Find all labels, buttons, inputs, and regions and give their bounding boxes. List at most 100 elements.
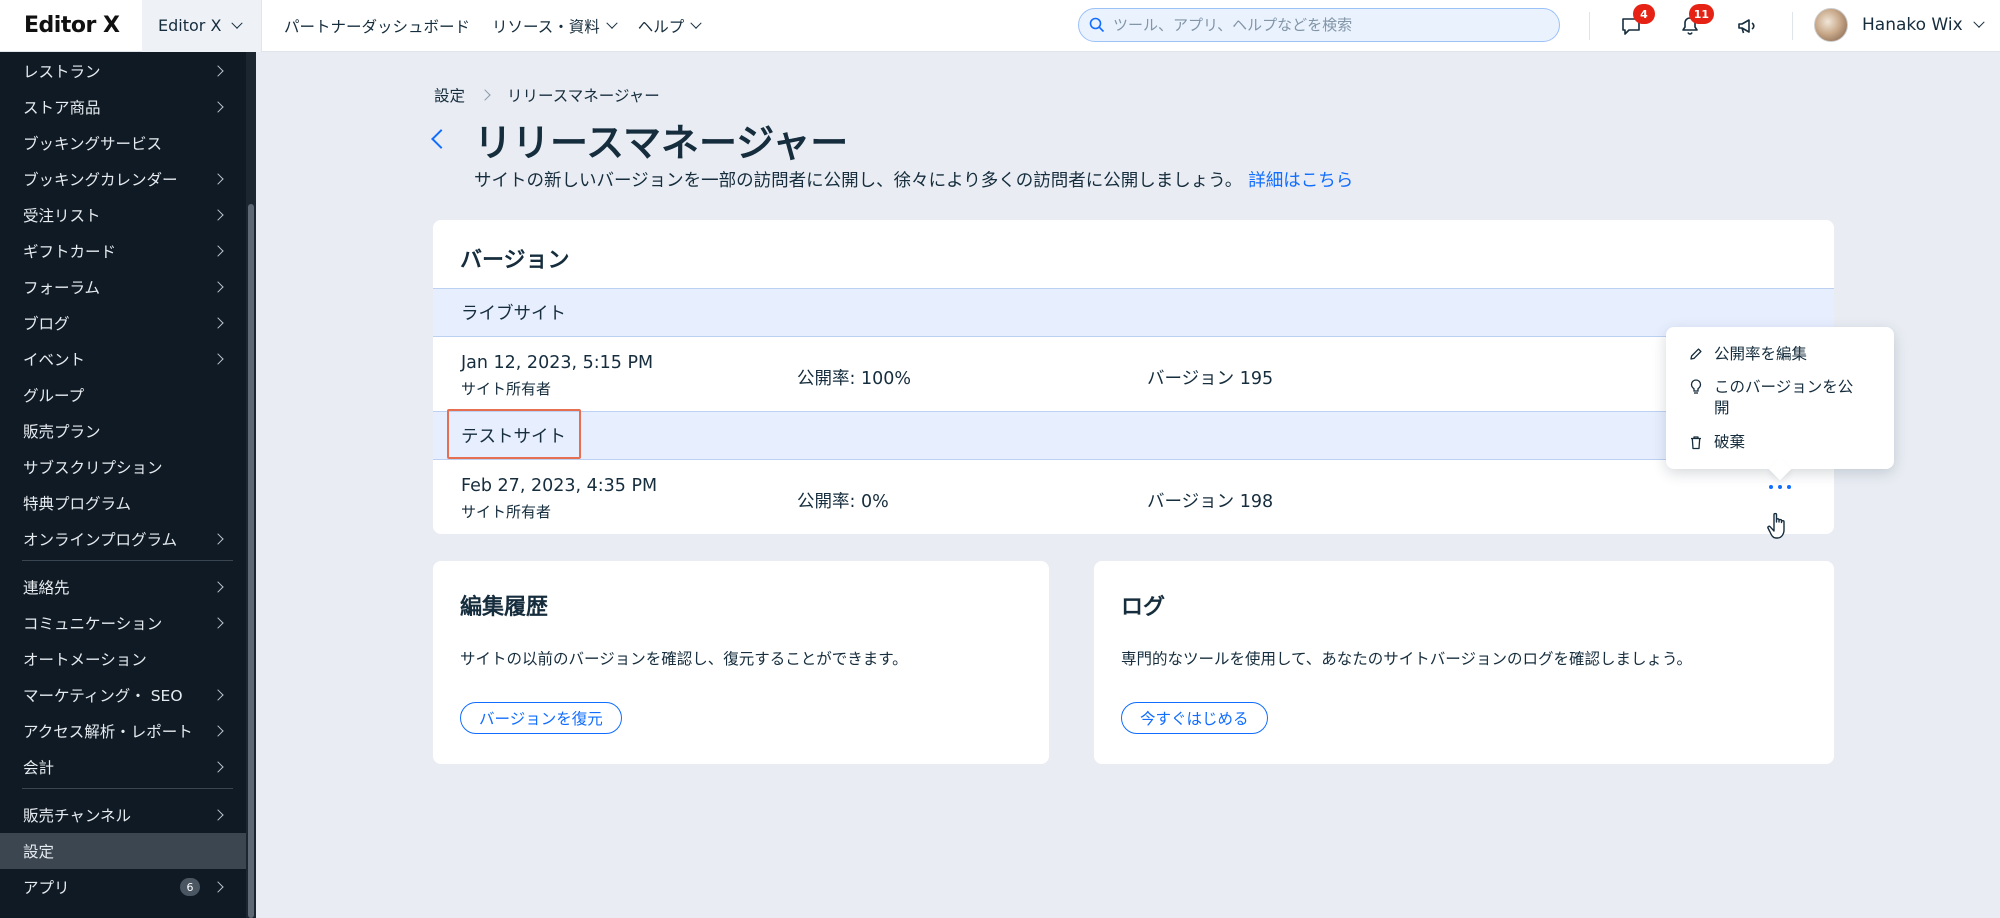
version-date: Feb 27, 2023, 4:35 PM (461, 476, 658, 496)
test-version-row[interactable]: Feb 27, 2023, 4:35 PM サイト所有者 公開率: 0% バージ… (433, 460, 1834, 534)
nav-help[interactable]: ヘルプ (638, 15, 702, 37)
sidebar-item-subscriptions[interactable]: サブスクリプション (0, 449, 246, 485)
sidebar-item-apps[interactable]: アプリ 6 (0, 869, 246, 905)
announcements-button[interactable] (1733, 12, 1761, 40)
dot (1778, 485, 1782, 489)
sidebar-item-online-programs[interactable]: オンラインプログラム (0, 521, 246, 557)
chevron-right-icon (212, 533, 224, 545)
version-rate: 公開率: 0% (797, 492, 889, 512)
sidebar-item-label: アクセス解析・レポート (23, 723, 193, 741)
live-version-row[interactable]: Jan 12, 2023, 5:15 PM サイト所有者 公開率: 100% バ… (433, 337, 1834, 411)
sidebar: レストラン ストア商品 ブッキングサービス ブッキングカレンダー 受注リスト ギ… (0, 52, 256, 918)
nav-label: パートナーダッシュボード (284, 17, 471, 36)
log-description: 専門的なツールを使用して、あなたのサイトバージョンのログを確認しましょう。 (1121, 650, 1693, 668)
chevron-right-icon (212, 65, 224, 77)
sidebar-item-loyalty[interactable]: 特典プログラム (0, 485, 246, 521)
nav-resources[interactable]: リソース・資料 (492, 15, 618, 37)
breadcrumb-current: リリースマネージャー (507, 87, 660, 105)
restore-version-button[interactable]: バージョンを復元 (460, 702, 622, 734)
avatar (1814, 8, 1848, 42)
sidebar-item-marketing-seo[interactable]: マーケティング・ SEO (0, 677, 246, 713)
pencil-icon (1688, 345, 1704, 363)
chevron-right-icon (212, 725, 224, 737)
sidebar-item-blog[interactable]: ブログ (0, 305, 246, 341)
edit-history-title: 編集履歴 (460, 595, 549, 620)
sidebar-item-label: ブッキングサービス (23, 135, 163, 153)
edit-history-description: サイトの以前のバージョンを確認し、復元することができます。 (460, 650, 908, 668)
version-number: バージョン 195 (1147, 369, 1274, 389)
version-rate: 公開率: 100% (797, 369, 911, 389)
sidebar-item-contacts[interactable]: 連絡先 (0, 569, 246, 605)
breadcrumb-settings-link[interactable]: 設定 (434, 84, 465, 106)
editor-x-logo[interactable]: Editor X (0, 0, 142, 52)
sidebar-item-restaurant[interactable]: レストラン (0, 53, 246, 89)
sidebar-item-label: グループ (23, 387, 85, 405)
site-selector[interactable]: Editor X (142, 0, 262, 52)
edit-history-card: 編集履歴 サイトの以前のバージョンを確認し、復元することができます。 バージョン… (433, 561, 1049, 764)
sidebar-item-label: 連絡先 (23, 579, 70, 597)
hand-cursor-icon (1767, 512, 1785, 539)
sidebar-item-automations[interactable]: オートメーション (0, 641, 246, 677)
page-title: リリースマネージャー (474, 121, 849, 165)
sidebar-scrollbar-thumb[interactable] (248, 204, 254, 918)
sidebar-item-label: イベント (23, 351, 86, 369)
get-started-button[interactable]: 今すぐはじめる (1121, 702, 1268, 734)
divider (1792, 12, 1793, 40)
log-card: ログ 専門的なツールを使用して、あなたのサイトバージョンのログを確認しましょう。… (1094, 561, 1834, 764)
sidebar-item-analytics[interactable]: アクセス解析・レポート (0, 713, 246, 749)
menu-item-discard[interactable]: 破棄 (1688, 432, 1866, 453)
learn-more-link[interactable]: 詳細はこちら (1248, 171, 1353, 191)
sidebar-item-orders[interactable]: 受注リスト (0, 197, 246, 233)
sidebar-item-label: サブスクリプション (23, 459, 163, 477)
sidebar-item-sales-channels[interactable]: 販売チャンネル (0, 797, 246, 833)
live-site-label: ライブサイト (461, 304, 566, 324)
divider (1589, 12, 1590, 40)
search-input[interactable] (1113, 16, 1533, 34)
sidebar-item-groups[interactable]: グループ (0, 377, 246, 413)
back-arrow-icon[interactable] (431, 129, 451, 149)
version-actions-menu: 公開率を編集 このバージョンを公開 破棄 (1666, 327, 1894, 469)
sidebar-item-label: 特典プログラム (23, 495, 132, 513)
sidebar-item-label: ブッキングカレンダー (23, 171, 178, 189)
sidebar-item-label: ギフトカード (23, 243, 117, 261)
chevron-right-icon (212, 209, 224, 221)
chevron-right-icon (212, 353, 224, 365)
menu-item-publish-version[interactable]: このバージョンを公開 (1688, 377, 1866, 419)
sidebar-item-events[interactable]: イベント (0, 341, 246, 377)
chevron-right-icon (212, 101, 224, 113)
chevron-right-icon (212, 761, 224, 773)
user-menu[interactable]: Hanako Wix (1814, 8, 1985, 42)
user-name: Hanako Wix (1862, 15, 1963, 35)
sidebar-item-booking-calendar[interactable]: ブッキングカレンダー (0, 161, 246, 197)
sidebar-item-accounting[interactable]: 会計 (0, 749, 246, 785)
search-icon (1089, 17, 1105, 33)
version-owner: サイト所有者 (461, 503, 552, 521)
sidebar-item-label: フォーラム (23, 279, 101, 297)
subtitle-text: サイトの新しいバージョンを一部の訪問者に公開し、徐々により多くの訪問者に公開しま… (474, 171, 1243, 191)
sidebar-item-forum[interactable]: フォーラム (0, 269, 246, 305)
sidebar-item-label: レストラン (23, 63, 101, 81)
menu-item-edit-rate[interactable]: 公開率を編集 (1688, 344, 1866, 365)
chevron-right-icon (212, 317, 224, 329)
sidebar-item-booking-services[interactable]: ブッキングサービス (0, 125, 246, 161)
version-owner: サイト所有者 (461, 380, 552, 398)
sidebar-item-store-products[interactable]: ストア商品 (0, 89, 246, 125)
menu-item-label: 破棄 (1714, 433, 1746, 451)
sidebar-item-communications[interactable]: コミュニケーション (0, 605, 246, 641)
sidebar-item-label: コミュニケーション (23, 615, 163, 633)
messages-button[interactable]: 4 (1617, 4, 1655, 40)
chevron-down-icon (606, 17, 618, 29)
chevron-right-icon (212, 581, 224, 593)
notifications-button[interactable]: 11 (1676, 4, 1714, 40)
top-nav: パートナーダッシュボード リソース・資料 ヘルプ (284, 15, 722, 37)
sidebar-item-gift-cards[interactable]: ギフトカード (0, 233, 246, 269)
test-site-highlight-box (447, 409, 581, 459)
sidebar-item-pricing-plans[interactable]: 販売プラン (0, 413, 246, 449)
nav-partner-dashboard[interactable]: パートナーダッシュボード (284, 15, 470, 37)
sidebar-item-settings[interactable]: 設定 (0, 833, 246, 869)
sidebar-item-label: 受注リスト (23, 207, 101, 225)
megaphone-icon (1738, 19, 1755, 34)
chevron-down-icon (1972, 16, 1985, 28)
menu-item-label: 公開率を編集 (1714, 345, 1808, 363)
search-box[interactable] (1078, 8, 1560, 42)
